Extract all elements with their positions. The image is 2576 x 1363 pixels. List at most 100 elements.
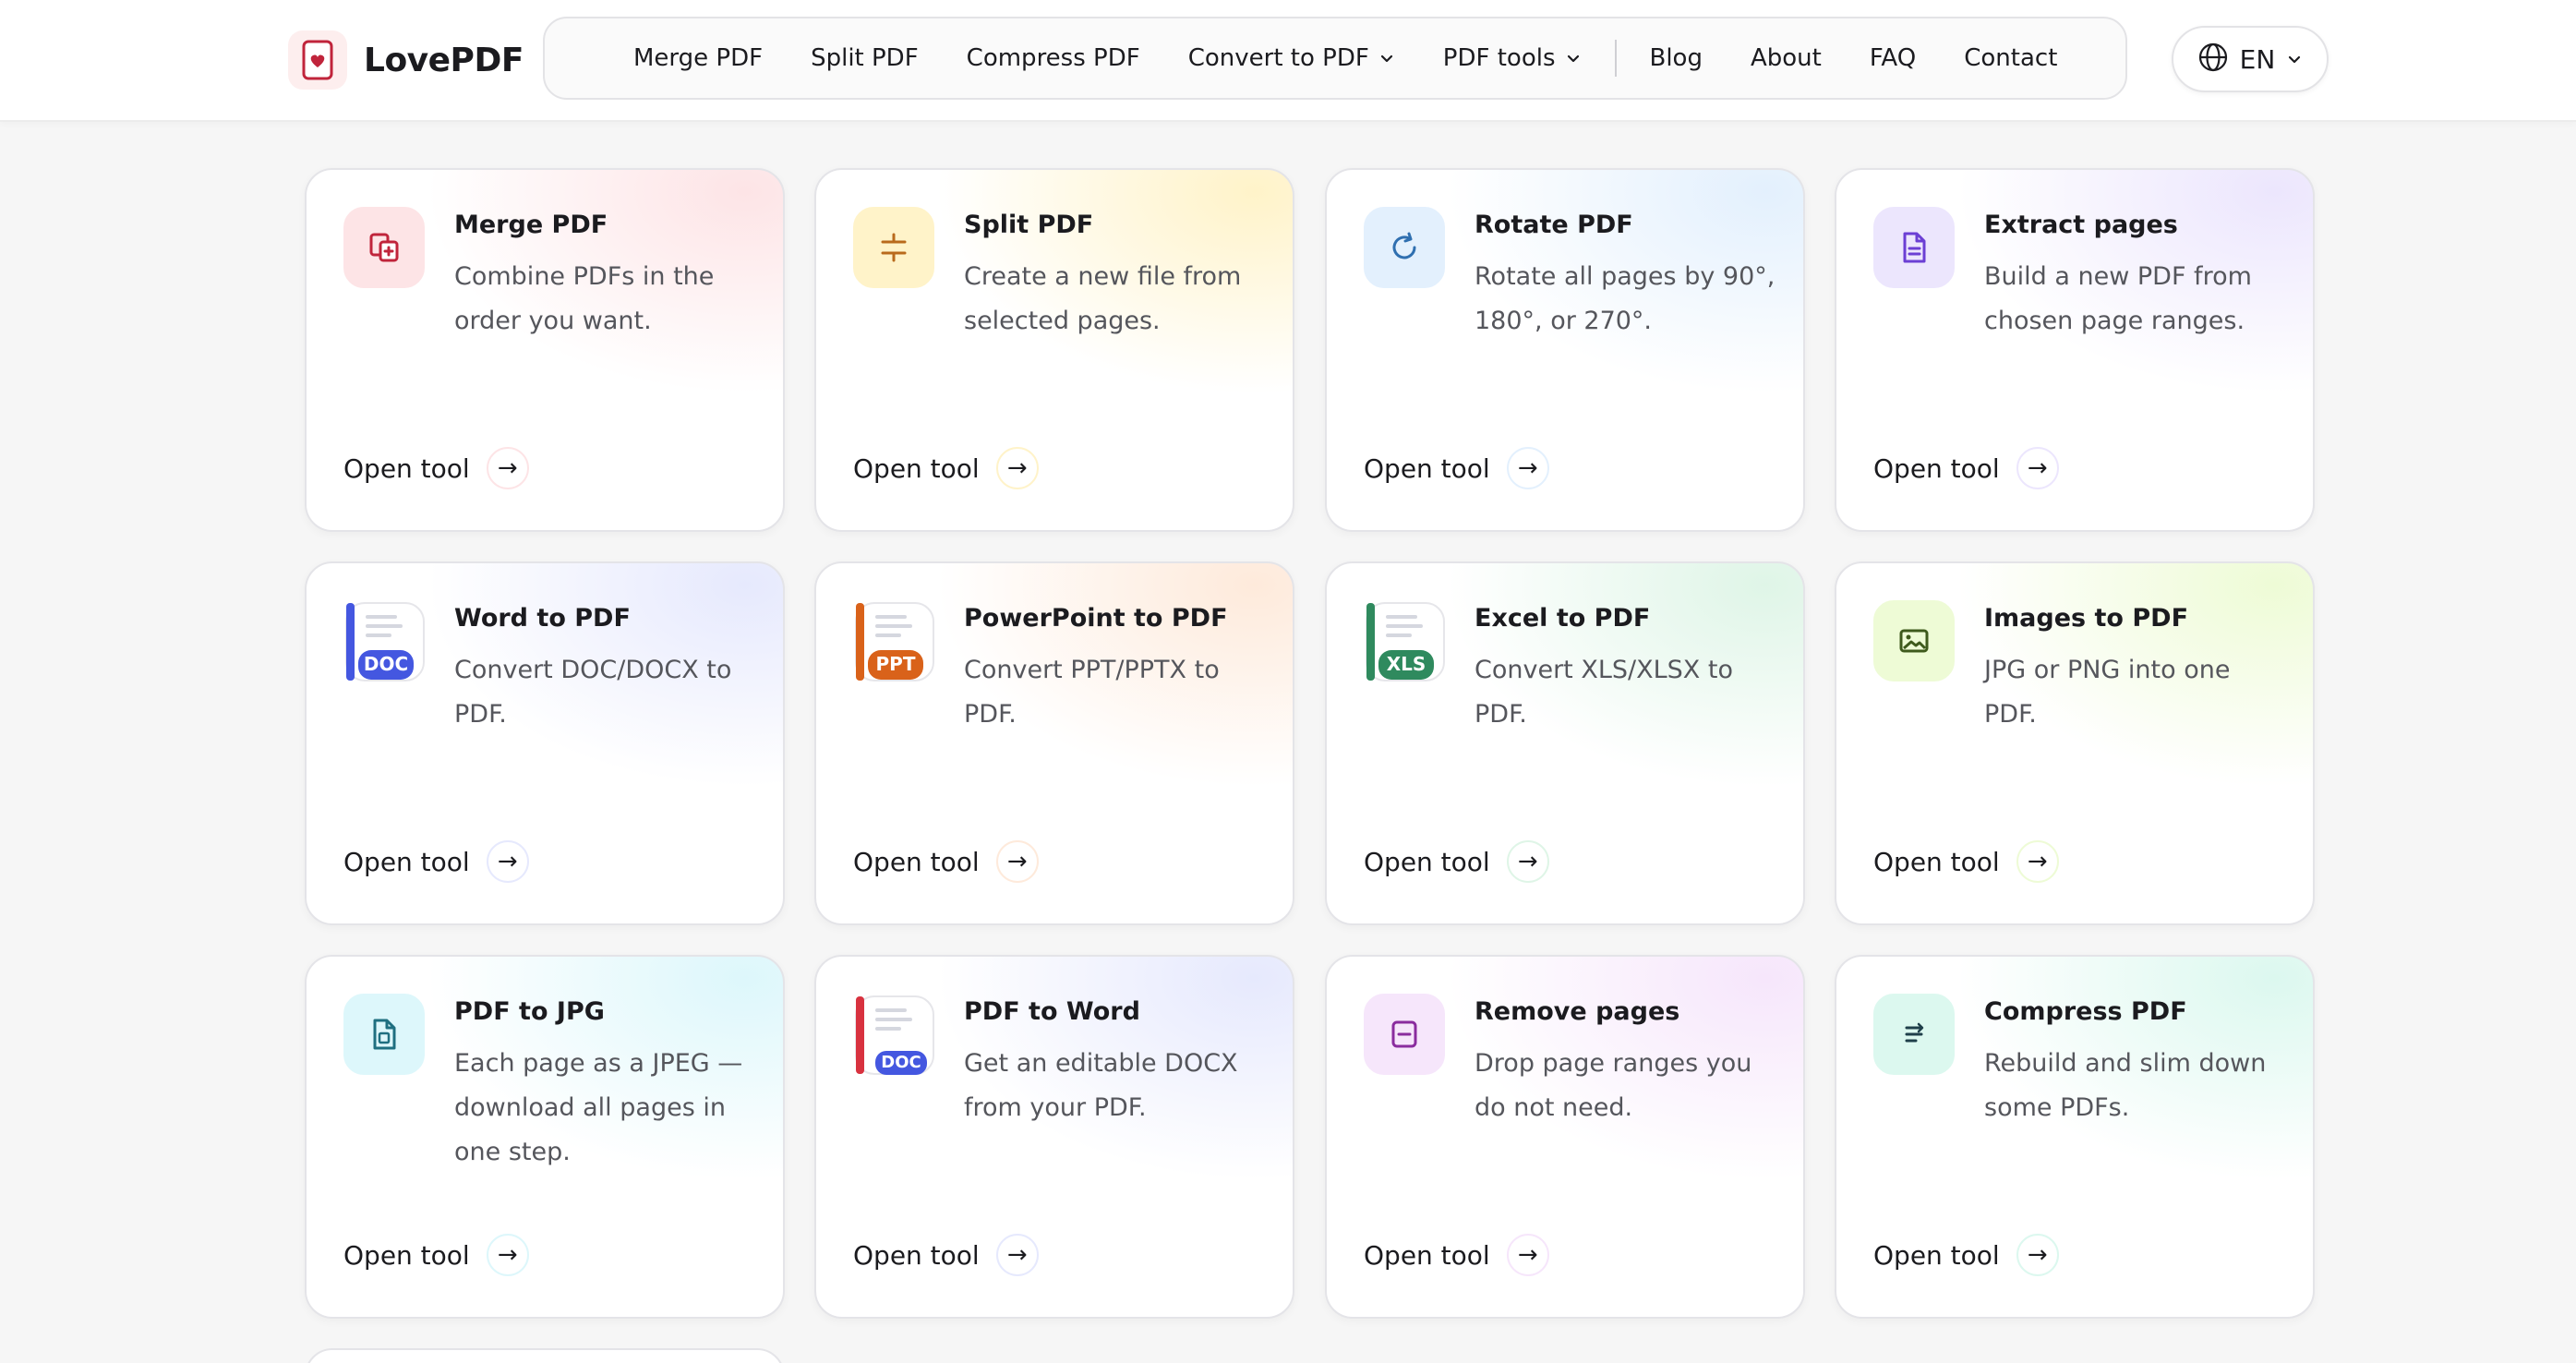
logo-mark-icon xyxy=(288,30,347,90)
open-tool-label: Open tool xyxy=(1873,452,2000,484)
merge-icon xyxy=(343,207,425,288)
tool-card-excel-to-pdf[interactable]: XLS Excel to PDF Convert XLS/XLSX to PDF… xyxy=(1325,561,1805,925)
card-title: PowerPoint to PDF xyxy=(964,604,1228,633)
open-tool-label: Open tool xyxy=(853,846,980,877)
open-tool-label: Open tool xyxy=(1873,846,2000,877)
card-title: Compress PDF xyxy=(1984,997,2187,1026)
arrow-right-icon: → xyxy=(995,840,1039,883)
open-tool-link[interactable]: Open tool → xyxy=(853,1234,1039,1276)
open-tool-link[interactable]: Open tool → xyxy=(343,1234,529,1276)
card-description: Get an editable DOCX from your PDF. xyxy=(964,1049,1238,1122)
open-tool-link[interactable]: Open tool → xyxy=(1364,1234,1549,1276)
card-title: Images to PDF xyxy=(1984,604,2189,633)
card-title: Excel to PDF xyxy=(1475,604,1651,633)
nav-blog[interactable]: Blog xyxy=(1650,44,1703,72)
card-title: PDF to JPG xyxy=(454,997,605,1026)
language-selector[interactable]: EN xyxy=(2172,26,2329,92)
tool-card-powerpoint-to-pdf[interactable]: PPT PowerPoint to PDF Convert PPT/PPTX t… xyxy=(814,561,1294,925)
main-nav: Merge PDF Split PDF Compress PDF Convert… xyxy=(543,17,2127,100)
globe-icon xyxy=(2197,42,2229,77)
tool-card-partial[interactable] xyxy=(305,1348,785,1363)
nav-about[interactable]: About xyxy=(1751,44,1822,72)
card-title: Extract pages xyxy=(1984,211,2178,239)
arrow-right-icon: → xyxy=(1506,447,1549,489)
open-tool-link[interactable]: Open tool → xyxy=(1873,447,2059,489)
card-description: Drop page ranges you do not need. xyxy=(1475,1049,1752,1122)
open-tool-label: Open tool xyxy=(1873,1239,2000,1271)
open-tool-label: Open tool xyxy=(1364,452,1490,484)
brand-name: LovePDF xyxy=(364,41,524,79)
arrow-right-icon: → xyxy=(486,840,529,883)
open-tool-link[interactable]: Open tool → xyxy=(1364,840,1549,883)
chevron-down-icon xyxy=(1378,50,1395,66)
remove-icon xyxy=(1364,994,1445,1075)
nav-convert-to-pdf-dropdown[interactable]: Convert to PDF xyxy=(1188,44,1395,72)
open-tool-link[interactable]: Open tool → xyxy=(1364,447,1549,489)
tool-card-split-pdf[interactable]: Split PDF Create a new file from selecte… xyxy=(814,168,1294,532)
nav-contact[interactable]: Contact xyxy=(1964,44,2057,72)
arrow-right-icon: → xyxy=(1506,840,1549,883)
split-icon xyxy=(853,207,934,288)
tool-card-images-to-pdf[interactable]: Images to PDF JPG or PNG into one PDF. O… xyxy=(1835,561,2315,925)
xls-badge: XLS xyxy=(1387,653,1426,675)
open-tool-link[interactable]: Open tool → xyxy=(1873,840,2059,883)
nav-pdf-tools-dropdown[interactable]: PDF tools xyxy=(1443,44,1582,72)
nav-merge-pdf[interactable]: Merge PDF xyxy=(633,44,763,72)
xls-file-icon: XLS xyxy=(1366,602,1445,682)
ppt-badge: PPT xyxy=(876,653,916,675)
nav-split-pdf[interactable]: Split PDF xyxy=(811,44,919,72)
card-description: Build a new PDF from chosen page ranges. xyxy=(1984,262,2252,335)
site-header: LovePDF Merge PDF Split PDF Compress PDF… xyxy=(0,0,2576,122)
card-description: Combine PDFs in the order you want. xyxy=(454,262,715,335)
open-tool-link[interactable]: Open tool → xyxy=(343,447,529,489)
card-title: PDF to Word xyxy=(964,997,1140,1026)
arrow-right-icon: → xyxy=(2016,840,2059,883)
open-tool-label: Open tool xyxy=(343,1239,470,1271)
card-description: Convert DOC/DOCX to PDF. xyxy=(454,656,732,729)
rotate-icon xyxy=(1364,207,1445,288)
open-tool-label: Open tool xyxy=(343,846,470,877)
nav-faq[interactable]: FAQ xyxy=(1870,44,1916,72)
arrow-right-icon: → xyxy=(995,447,1039,489)
card-title: Rotate PDF xyxy=(1475,211,1633,239)
tool-card-pdf-to-word[interactable]: DOC PDF to Word Get an editable DOCX fro… xyxy=(814,955,1294,1319)
open-tool-label: Open tool xyxy=(1364,846,1490,877)
card-description: Create a new file from selected pages. xyxy=(964,262,1242,335)
card-title: Remove pages xyxy=(1475,997,1680,1026)
tool-card-merge-pdf[interactable]: Merge PDF Combine PDFs in the order you … xyxy=(305,168,785,532)
arrow-right-icon: → xyxy=(2016,1234,2059,1276)
extract-icon xyxy=(1873,207,1955,288)
tool-card-remove-pages[interactable]: Remove pages Drop page ranges you do not… xyxy=(1325,955,1805,1319)
card-description: Each page as a JPEG — download all pages… xyxy=(454,1049,743,1166)
card-description: JPG or PNG into one PDF. xyxy=(1984,656,2231,729)
card-title: Merge PDF xyxy=(454,211,608,239)
arrow-right-icon: → xyxy=(1506,1234,1549,1276)
arrow-right-icon: → xyxy=(995,1234,1039,1276)
tool-card-extract-pages[interactable]: Extract pages Build a new PDF from chose… xyxy=(1835,168,2315,532)
arrow-right-icon: → xyxy=(486,447,529,489)
card-title: Split PDF xyxy=(964,211,1094,239)
doc-badge: DOC xyxy=(881,1053,921,1072)
tool-card-word-to-pdf[interactable]: DOC Word to PDF Convert DOC/DOCX to PDF.… xyxy=(305,561,785,925)
jpg-file-icon xyxy=(343,994,425,1075)
language-label: EN xyxy=(2239,43,2276,75)
open-tool-label: Open tool xyxy=(1364,1239,1490,1271)
card-title: Word to PDF xyxy=(454,604,631,633)
arrow-right-icon: → xyxy=(2016,447,2059,489)
open-tool-link[interactable]: Open tool → xyxy=(853,447,1039,489)
card-description: Rebuild and slim down some PDFs. xyxy=(1984,1049,2267,1122)
nav-compress-pdf[interactable]: Compress PDF xyxy=(967,44,1140,72)
open-tool-link[interactable]: Open tool → xyxy=(343,840,529,883)
tool-card-compress-pdf[interactable]: Compress PDF Rebuild and slim down some … xyxy=(1835,955,2315,1319)
tool-card-pdf-to-jpg[interactable]: PDF to JPG Each page as a JPEG — downloa… xyxy=(305,955,785,1319)
open-tool-link[interactable]: Open tool → xyxy=(853,840,1039,883)
tool-card-rotate-pdf[interactable]: Rotate PDF Rotate all pages by 90°, 180°… xyxy=(1325,168,1805,532)
open-tool-link[interactable]: Open tool → xyxy=(1873,1234,2059,1276)
brand-logo[interactable]: LovePDF xyxy=(288,30,524,90)
pdf-doc-file-icon: DOC xyxy=(855,995,934,1075)
nav-divider xyxy=(1614,40,1617,77)
doc-file-icon: DOC xyxy=(345,602,425,682)
card-description: Rotate all pages by 90°, 180°, or 270°. xyxy=(1475,262,1776,335)
card-description: Convert XLS/XLSX to PDF. xyxy=(1475,656,1733,729)
chevron-down-icon xyxy=(1565,50,1582,66)
